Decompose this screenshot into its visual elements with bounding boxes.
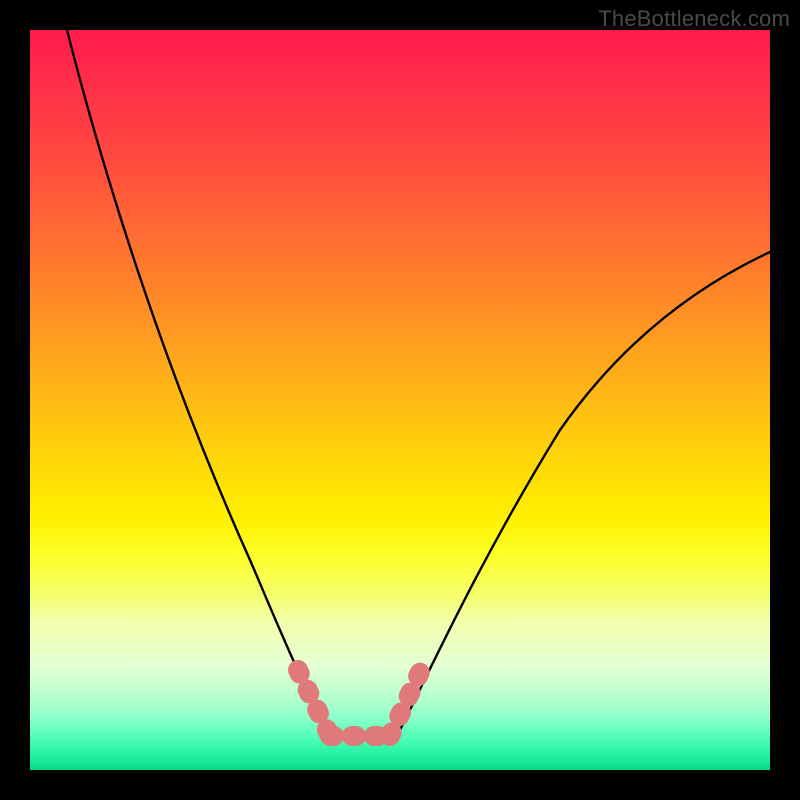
valley-marker-left bbox=[298, 670, 330, 736]
valley-marker-right bbox=[390, 668, 422, 736]
right-curve bbox=[400, 252, 770, 730]
curve-layer bbox=[30, 30, 770, 770]
plot-area bbox=[30, 30, 770, 770]
watermark-text: TheBottleneck.com bbox=[598, 6, 790, 32]
left-curve bbox=[67, 30, 328, 730]
chart-stage: TheBottleneck.com bbox=[0, 0, 800, 800]
